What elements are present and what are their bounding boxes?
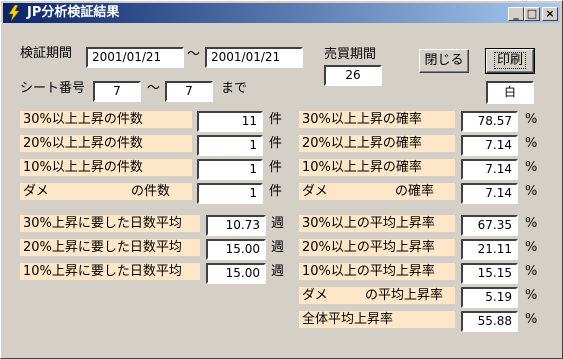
count-value-dame[interactable]: 1: [197, 183, 263, 204]
prob-unit-30: %: [525, 112, 538, 127]
avg-label-dame: ダメ の平均上昇率: [299, 287, 455, 304]
avg-label-dame-pre: ダメ: [302, 288, 328, 303]
count-label-20: 20%以上上昇の件数: [20, 135, 192, 152]
days-label-30: 30%上昇に要した日数平均: [20, 215, 200, 232]
print-button[interactable]: 印刷: [485, 48, 535, 74]
app-window: JP分析検証結果 _ □ × 検証期間 2001/01/21 〜 2001/01…: [0, 0, 563, 359]
prob-unit-10: %: [525, 160, 538, 175]
prob-value-20[interactable]: 7.14: [461, 135, 518, 156]
days-value-30[interactable]: 10.73: [206, 215, 266, 236]
prob-label-10: 10%以上上昇の確率: [299, 159, 455, 176]
count-unit-10: 件: [269, 160, 283, 175]
days-unit-10: 週: [271, 264, 285, 279]
count-value-30[interactable]: 11: [197, 111, 263, 132]
period-label: 検証期間: [20, 46, 73, 61]
days-value-20[interactable]: 15.00: [206, 239, 266, 260]
prob-unit-dame: %: [525, 184, 538, 199]
count-unit-20: 件: [269, 136, 283, 151]
avg-value-30[interactable]: 67.35: [461, 215, 518, 236]
sheet-label: シート番号: [20, 81, 86, 96]
count-label-30: 30%以上上昇の件数: [20, 111, 192, 128]
days-unit-30: 週: [271, 216, 285, 231]
sheet-to-field[interactable]: 7: [165, 81, 213, 102]
count-value-10[interactable]: 1: [197, 159, 263, 180]
count-unit-30: 件: [269, 112, 283, 127]
sales-period-field[interactable]: 26: [324, 65, 382, 86]
maximize-button[interactable]: □: [524, 7, 540, 21]
avg-value-20[interactable]: 21.11: [461, 239, 518, 260]
count-unit-dame: 件: [269, 184, 283, 199]
count-label-dame-pre: ダメ: [23, 184, 49, 199]
prob-value-dame[interactable]: 7.14: [461, 183, 518, 204]
count-value-20[interactable]: 1: [197, 135, 263, 156]
title-bar[interactable]: JP分析検証結果 _ □ ×: [3, 3, 560, 23]
avg-unit-20: %: [525, 240, 538, 255]
prob-value-30[interactable]: 78.57: [461, 111, 518, 132]
avg-label-10: 10%以上の平均上昇率: [299, 263, 455, 280]
avg-unit-dame: %: [525, 288, 538, 303]
sales-period-label: 売買期間: [324, 47, 377, 62]
prob-label-dame: ダメ の確率: [299, 183, 455, 200]
window-title: JP分析検証結果: [27, 5, 120, 20]
avg-label-30: 30%以上の平均上昇率: [299, 215, 455, 232]
days-value-10[interactable]: 15.00: [206, 263, 266, 284]
sheet-suffix: まで: [221, 81, 248, 96]
prob-unit-20: %: [525, 136, 538, 151]
period-from-field[interactable]: 2001/01/21: [86, 47, 184, 68]
days-label-10: 10%上昇に要した日数平均: [20, 263, 200, 280]
avg-label-dame-post: の平均上昇率: [365, 288, 444, 303]
avg-label-overall: 全体平均上昇率: [299, 311, 455, 328]
avg-unit-overall: %: [525, 312, 538, 327]
close-icon: ×: [545, 7, 555, 20]
period-tilde: 〜: [187, 47, 201, 62]
close-button[interactable]: 閉じる: [419, 49, 469, 73]
count-label-dame: ダメ の件数: [20, 183, 192, 200]
days-label-20: 20%上昇に要した日数平均: [20, 239, 200, 256]
prob-value-10[interactable]: 7.14: [461, 159, 518, 180]
prob-label-dame-post: の確率: [395, 184, 435, 199]
close-window-button[interactable]: ×: [542, 7, 558, 21]
avg-value-overall[interactable]: 55.88: [461, 311, 518, 332]
period-to-field[interactable]: 2001/01/21: [205, 47, 303, 68]
count-label-10: 10%以上上昇の件数: [20, 159, 192, 176]
avg-value-10[interactable]: 15.15: [461, 263, 518, 284]
avg-unit-10: %: [525, 264, 538, 279]
sheet-from-field[interactable]: 7: [93, 81, 141, 102]
prob-label-20: 20%以上上昇の確率: [299, 135, 455, 152]
prob-label-30: 30%以上上昇の確率: [299, 111, 455, 128]
lightning-icon: [8, 5, 20, 21]
avg-unit-30: %: [525, 216, 538, 231]
sheet-tilde: 〜: [147, 81, 161, 96]
color-field[interactable]: 白: [486, 81, 534, 104]
avg-value-dame[interactable]: 5.19: [461, 287, 518, 308]
days-unit-20: 週: [271, 240, 285, 255]
maximize-icon: □: [526, 7, 538, 20]
avg-label-20: 20%以上の平均上昇率: [299, 239, 455, 256]
minimize-button[interactable]: _: [508, 7, 524, 21]
minimize-icon: _: [513, 7, 519, 20]
prob-label-dame-pre: ダメ: [302, 184, 328, 199]
count-label-dame-post: の件数: [131, 184, 171, 199]
